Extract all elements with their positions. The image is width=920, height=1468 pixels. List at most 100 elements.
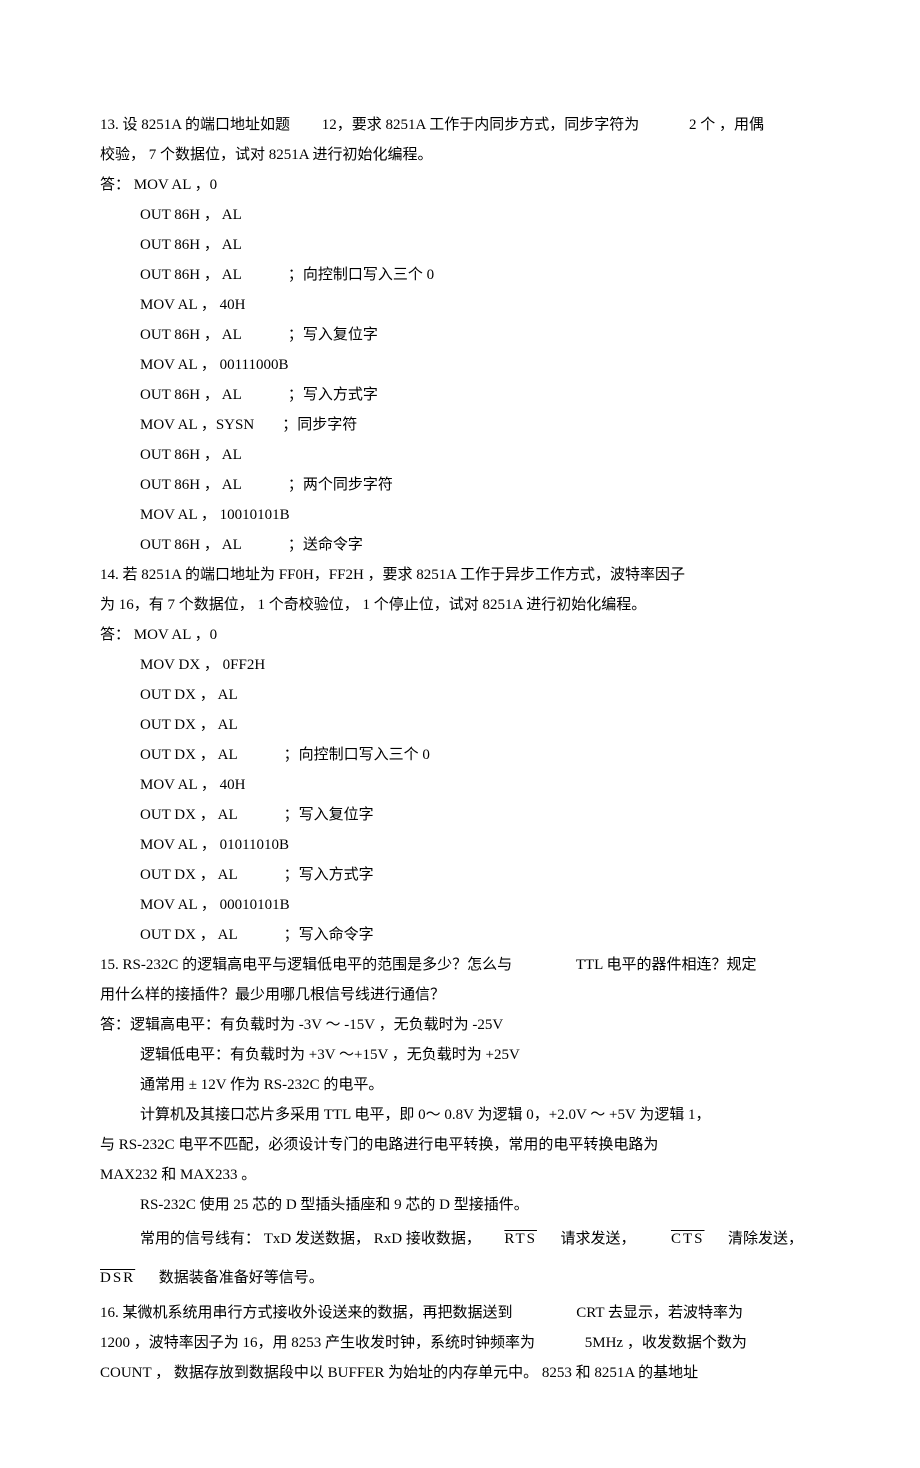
text: 通常用 ± 12V 作为 RS-232C 的电平。: [140, 1077, 383, 1093]
text: 校验， 7 个数据位，试对 8251A 进行初始化编程。: [100, 147, 433, 163]
code-line: OUT DX ， AL ；写入命令字: [100, 920, 820, 950]
code-line: OUT 86H ， AL ；送命令字: [100, 530, 820, 560]
text: OUT 86H ， AL: [140, 477, 242, 493]
q14-prompt-line2: 为 16，有 7 个数据位， 1 个奇校验位， 1 个停止位，试对 8251A …: [100, 590, 820, 620]
comment: ；向控制口写入三个 0: [284, 747, 430, 763]
code-line: OUT DX ， AL ；写入复位字: [100, 800, 820, 830]
comment: ；写入方式字: [288, 387, 378, 403]
comment: ；两个同步字符: [288, 477, 393, 493]
text: OUT 86H ， AL: [140, 237, 242, 253]
text: OUT 86H ， AL: [140, 327, 242, 343]
text: 5MHz ，收发数据个数为: [585, 1335, 747, 1351]
text: 答： MOV AL ，0: [100, 627, 217, 643]
text: MOV AL ， 40H: [140, 297, 245, 313]
q13-prompt-line1: 13. 设 8251A 的端口地址如题 12，要求 8251A 工作于内同步方式…: [100, 110, 820, 140]
text: OUT DX ， AL: [140, 807, 238, 823]
text: MOV AL ， 40H: [140, 777, 245, 793]
answer-line: 通常用 ± 12V 作为 RS-232C 的电平。: [100, 1070, 820, 1100]
q16-line1: 16. 某微机系统用串行方式接收外设送来的数据，再把数据送到 CRT 去显示，若…: [100, 1298, 820, 1328]
text: 答：逻辑高电平：有负载时为 -3V ～ -15V ，无负载时为 -25V: [100, 1017, 503, 1033]
q13-answer-label: 答： MOV AL ，0: [100, 170, 820, 200]
question-16: 16. 某微机系统用串行方式接收外设送来的数据，再把数据送到 CRT 去显示，若…: [100, 1298, 820, 1388]
code-line: OUT 86H ， AL: [100, 230, 820, 260]
question-14: 14. 若 8251A 的端口地址为 FF0H，FF2H ，要求 8251A 工…: [100, 560, 820, 950]
text: OUT DX ， AL: [140, 747, 238, 763]
text: TTL 电平的器件相连？规定: [576, 957, 757, 973]
text: CRT 去显示，若波特率为: [576, 1305, 743, 1321]
code-line: OUT 86H ， AL ；两个同步字符: [100, 470, 820, 500]
comment: ；向控制口写入三个 0: [288, 267, 434, 283]
text: MOV AL ， 00111000B: [140, 357, 288, 373]
text: OUT DX ， AL: [140, 717, 238, 733]
code-line: MOV AL ， 40H: [100, 290, 820, 320]
text: MOV DX ， 0FF2H: [140, 657, 265, 673]
code-line: MOV AL ， 00111000B: [100, 350, 820, 380]
code-line: MOV DX ， 0FF2H: [100, 650, 820, 680]
text: OUT 86H ， AL: [140, 207, 242, 223]
code-line: MOV AL ， 10010101B: [100, 500, 820, 530]
answer-line: 计算机及其接口芯片多采用 TTL 电平，即 0～ 0.8V 为逻辑 0，+2.0…: [100, 1100, 820, 1130]
question-13: 13. 设 8251A 的端口地址如题 12，要求 8251A 工作于内同步方式…: [100, 110, 820, 560]
q16-line2: 1200 ，波特率因子为 16，用 8253 产生收发时钟，系统时钟频率为 5M…: [100, 1328, 820, 1358]
document-page: 13. 设 8251A 的端口地址如题 12，要求 8251A 工作于内同步方式…: [0, 0, 920, 1468]
overline-cts: CTS: [671, 1231, 705, 1247]
q14-prompt-line1: 14. 若 8251A 的端口地址为 FF0H，FF2H ，要求 8251A 工…: [100, 560, 820, 590]
comment: ；送命令字: [288, 537, 363, 553]
code-line: OUT 86H ， AL ；写入复位字: [100, 320, 820, 350]
text: RS-232C 使用 25 芯的 D 型插头插座和 9 芯的 D 型接插件。: [140, 1197, 529, 1213]
text: OUT 86H ， AL: [140, 267, 242, 283]
q15-prompt-line2: 用什么样的接插件？最少用哪几根信号线进行通信？: [100, 980, 820, 1010]
comment: ；写入命令字: [284, 927, 374, 943]
overline-dsr: DSR: [100, 1270, 135, 1286]
text: 常用的信号线有： TxD 发送数据， RxD 接收数据，: [140, 1231, 481, 1247]
text: OUT 86H ， AL: [140, 387, 242, 403]
text: MOV AL ， 10010101B: [140, 507, 290, 523]
code-line: OUT 86H ， AL: [100, 200, 820, 230]
code-line: MOV AL ，SYSN ；同步字符: [100, 410, 820, 440]
code-line: OUT 86H ， AL: [100, 440, 820, 470]
answer-line: MAX232 和 MAX233 。: [100, 1160, 820, 1190]
text: MOV AL ， 00010101B: [140, 897, 290, 913]
code-line: MOV AL ， 00010101B: [100, 890, 820, 920]
answer-line-signals-2: DSR 数据装备准备好等信号。: [100, 1259, 820, 1298]
text: 2 个 ，用偶: [689, 117, 764, 133]
code-line: OUT 86H ， AL ；向控制口写入三个 0: [100, 260, 820, 290]
text: 与 RS-232C 电平不匹配，必须设计专门的电路进行电平转换，常用的电平转换电…: [100, 1137, 658, 1153]
q15-prompt-line1: 15. RS-232C 的逻辑高电平与逻辑低电平的范围是多少？怎么与 TTL 电…: [100, 950, 820, 980]
code-line: MOV AL ， 40H: [100, 770, 820, 800]
answer-line-signals: 常用的信号线有： TxD 发送数据， RxD 接收数据， RTS 请求发送， C…: [100, 1220, 820, 1259]
text: COUNT ， 数据存放到数据段中以 BUFFER 为始址的内存单元中。 825…: [100, 1365, 698, 1381]
q14-answer-label: 答： MOV AL ，0: [100, 620, 820, 650]
q16-line3: COUNT ， 数据存放到数据段中以 BUFFER 为始址的内存单元中。 825…: [100, 1358, 820, 1388]
code-line: MOV AL ， 01011010B: [100, 830, 820, 860]
text: 清除发送，: [728, 1231, 803, 1247]
text: 数据装备准备好等信号。: [159, 1270, 324, 1286]
text: 13. 设 8251A 的端口地址如题: [100, 117, 290, 133]
overline-rts: RTS: [504, 1231, 537, 1247]
text: OUT 86H ， AL: [140, 447, 242, 463]
comment: ；写入复位字: [288, 327, 378, 343]
code-line: OUT DX ， AL；写入方式字: [100, 860, 820, 890]
text: 逻辑低电平：有负载时为 +3V ～+15V ，无负载时为 +25V: [140, 1047, 520, 1063]
text: OUT DX ， AL: [140, 687, 238, 703]
code-line: OUT 86H ， AL ；写入方式字: [100, 380, 820, 410]
text: 1200 ，波特率因子为 16，用 8253 产生收发时钟，系统时钟频率为: [100, 1335, 535, 1351]
text: OUT DX ， AL: [140, 927, 238, 943]
comment: ；同步字符: [282, 417, 357, 433]
text: 计算机及其接口芯片多采用 TTL 电平，即 0～ 0.8V 为逻辑 0，+2.0…: [140, 1107, 711, 1123]
text: 为 16，有 7 个数据位， 1 个奇校验位， 1 个停止位，试对 8251A …: [100, 597, 646, 613]
comment: ；写入复位字: [284, 807, 374, 823]
answer-line: RS-232C 使用 25 芯的 D 型插头插座和 9 芯的 D 型接插件。: [100, 1190, 820, 1220]
text: MOV AL ，SYSN: [140, 417, 254, 433]
answer-line: 答：逻辑高电平：有负载时为 -3V ～ -15V ，无负载时为 -25V: [100, 1010, 820, 1040]
text: OUT 86H ， AL: [140, 537, 242, 553]
answer-line: 逻辑低电平：有负载时为 +3V ～+15V ，无负载时为 +25V: [100, 1040, 820, 1070]
question-15: 15. RS-232C 的逻辑高电平与逻辑低电平的范围是多少？怎么与 TTL 电…: [100, 950, 820, 1298]
text: 14. 若 8251A 的端口地址为 FF0H，FF2H ，要求 8251A 工…: [100, 567, 685, 583]
text: 12，要求 8251A 工作于内同步方式，同步字符为: [322, 117, 640, 133]
code-line: OUT DX ， AL: [100, 680, 820, 710]
q13-prompt-line2: 校验， 7 个数据位，试对 8251A 进行初始化编程。: [100, 140, 820, 170]
text: 答： MOV AL ，0: [100, 177, 217, 193]
text: 16. 某微机系统用串行方式接收外设送来的数据，再把数据送到: [100, 1305, 513, 1321]
text: 15. RS-232C 的逻辑高电平与逻辑低电平的范围是多少？怎么与: [100, 957, 512, 973]
